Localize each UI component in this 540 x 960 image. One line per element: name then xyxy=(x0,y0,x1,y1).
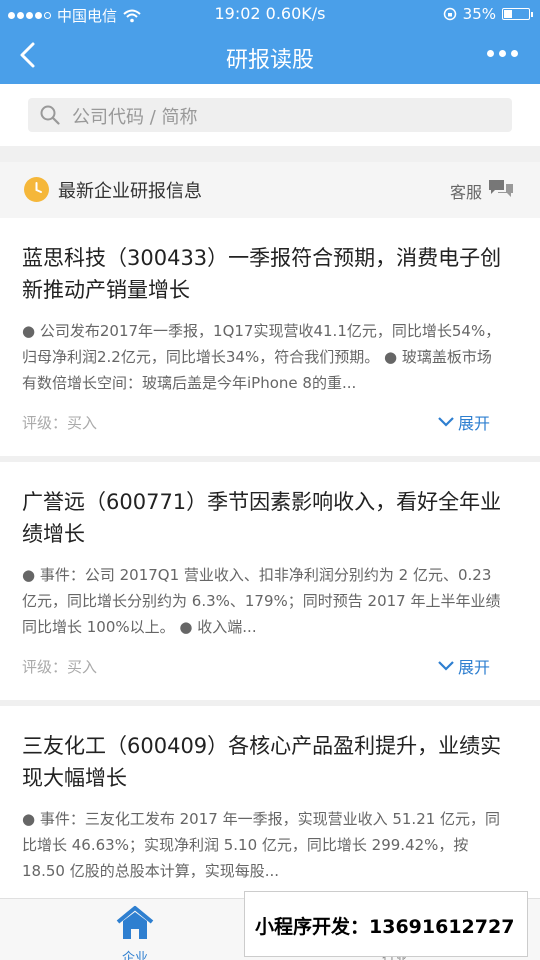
report-summary: ● 事件：公司 2017Q1 营业收入、扣非净利润分别约为 2 亿元、0.23 … xyxy=(22,566,501,636)
customer-service-button[interactable]: 客服 xyxy=(450,179,482,203)
promo-banner: 小程序开发：13691612727 xyxy=(244,891,528,957)
expand-label: 展开 xyxy=(457,414,490,433)
tab-enterprise-label: 企业 xyxy=(121,951,148,960)
more-dots-icon[interactable] xyxy=(487,50,518,57)
home-icon xyxy=(116,906,154,939)
expand-button[interactable]: 展开 xyxy=(438,654,490,678)
battery-percent: 35% xyxy=(462,5,496,23)
report-title[interactable]: 广誉远（600771）季节因素影响收入，看好全年业绩增长 xyxy=(22,486,518,550)
clock-icon xyxy=(24,177,49,202)
chevron-down-icon xyxy=(438,417,454,427)
chat-icon[interactable] xyxy=(488,179,514,199)
battery-fill xyxy=(504,10,512,18)
promo-text: 小程序开发：13691612727 xyxy=(255,916,515,938)
nav-bar: 研报读股 xyxy=(0,28,540,84)
report-card[interactable]: 三友化工（600409）各核心产品盈利提升，业绩实现大幅增长 ● 事件：三友化工… xyxy=(0,706,540,898)
report-rating: 评级：买入 xyxy=(22,658,98,676)
report-title[interactable]: 三友化工（600409）各核心产品盈利提升，业绩实现大幅增长 xyxy=(22,730,518,794)
section-header: 最新企业研报信息 客服 xyxy=(0,162,540,218)
expand-button[interactable]: 展开 xyxy=(438,410,490,434)
report-summary: ● 公司发布2017年一季报，1Q17实现营收41.1亿元，同比增长54%，归母… xyxy=(22,322,501,392)
section-title: 最新企业研报信息 xyxy=(58,181,202,202)
search-placeholder: 公司代码 / 简称 xyxy=(72,107,198,128)
report-summary: ● 事件：三友化工发布 2017 年一季报，实现营业收入 51.21 亿元，同比… xyxy=(22,810,501,880)
chevron-down-icon xyxy=(438,661,454,671)
expand-label: 展开 xyxy=(457,658,490,677)
report-card[interactable]: 广誉远（600771）季节因素影响收入，看好全年业绩增长 ● 事件：公司 201… xyxy=(0,462,540,700)
report-title[interactable]: 蓝思科技（300433）一季报符合预期，消费电子创新推动产销量增长 xyxy=(22,242,518,306)
status-bar: 中国电信 19:02 0.60K/s 35% xyxy=(0,0,540,28)
page-title: 研报读股 xyxy=(225,48,314,73)
status-right: 35% xyxy=(443,5,533,23)
search-icon xyxy=(40,105,60,125)
search-area: 公司代码 / 简称 xyxy=(0,84,540,146)
search-input[interactable]: 公司代码 / 简称 xyxy=(28,98,512,132)
battery-icon xyxy=(502,8,533,20)
report-rating: 评级：买入 xyxy=(22,414,98,432)
rotation-lock-icon xyxy=(443,7,456,21)
tab-enterprise[interactable]: 企业 xyxy=(100,903,170,960)
report-card[interactable]: 蓝思科技（300433）一季报符合预期，消费电子创新推动产销量增长 ● 公司发布… xyxy=(0,218,540,456)
